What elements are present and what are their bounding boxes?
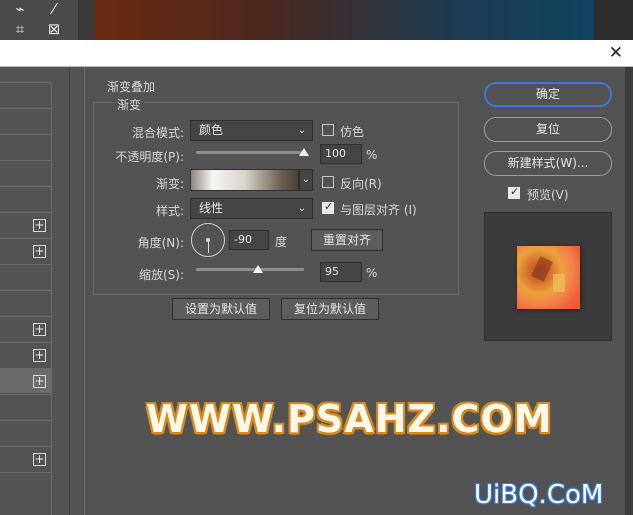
close-icon[interactable]: ✕ xyxy=(609,43,623,63)
scale-unit: % xyxy=(366,266,378,280)
group-title: 渐变叠加 xyxy=(107,80,156,94)
list-item[interactable] xyxy=(0,82,52,107)
align-layer-checkbox[interactable] xyxy=(322,200,334,214)
list-item[interactable] xyxy=(0,420,52,445)
opacity-slider[interactable] xyxy=(196,151,306,154)
style-list: + + + + + + xyxy=(0,82,52,515)
add-icon[interactable]: + xyxy=(33,349,46,362)
scale-label: 缩放(S): xyxy=(138,268,184,282)
new-style-button[interactable]: 新建样式(W)... xyxy=(484,151,612,176)
add-icon[interactable]: + xyxy=(33,219,46,232)
dither-checkbox[interactable] xyxy=(322,124,334,136)
lasso-icon[interactable]: ⌁ xyxy=(10,0,30,18)
add-icon[interactable]: + xyxy=(33,323,46,336)
angle-input[interactable]: -90 xyxy=(229,230,269,250)
angle-unit: 度 xyxy=(275,235,288,249)
divider xyxy=(84,67,85,515)
layer-style-dialog: + + + + + + 渐变叠加 渐变 混合模式: 颜色 ⌄ 仿色 不透明度(P… xyxy=(0,67,633,515)
list-item[interactable] xyxy=(0,394,52,419)
frame-icon[interactable]: ⊠ xyxy=(44,20,64,38)
scale-input[interactable]: 95 xyxy=(320,262,362,282)
style-select[interactable]: 线性 ⌄ xyxy=(190,198,313,219)
ok-button[interactable]: 确定 xyxy=(484,82,612,107)
window-edge xyxy=(625,67,633,515)
toolbox: ⌁ ⁄ ⌗ ⊠ xyxy=(0,0,78,40)
list-item[interactable] xyxy=(0,108,52,133)
chevron-down-icon: ⌄ xyxy=(297,125,307,136)
add-icon[interactable]: + xyxy=(33,245,46,258)
blend-mode-select[interactable]: 颜色 ⌄ xyxy=(190,120,313,141)
add-icon[interactable]: + xyxy=(33,453,46,466)
angle-dial[interactable] xyxy=(191,223,225,257)
angle-label: 角度(N): xyxy=(137,236,184,250)
dial-needle xyxy=(208,240,209,253)
list-item[interactable]: + xyxy=(0,446,52,471)
list-item[interactable] xyxy=(0,160,52,185)
opacity-unit: % xyxy=(366,148,378,162)
reset-button[interactable]: 复位 xyxy=(484,117,612,142)
list-item[interactable]: + xyxy=(0,316,52,341)
magic-wand-icon[interactable]: ⁄ xyxy=(44,0,64,18)
align-layer-label: 与图层对齐 (I) xyxy=(340,203,417,217)
panel-strip xyxy=(594,0,633,40)
preview-thumbnail xyxy=(517,246,580,309)
style-label: 样式: xyxy=(155,204,184,218)
list-item[interactable]: + xyxy=(0,342,52,367)
scale-slider-thumb[interactable] xyxy=(253,265,263,273)
gradient-picker-button[interactable]: ⌄ xyxy=(299,169,313,191)
list-item[interactable]: + xyxy=(0,212,52,237)
list-item-selected[interactable]: + xyxy=(0,368,52,393)
crop-icon[interactable]: ⌗ xyxy=(10,20,30,38)
canvas-image xyxy=(94,0,594,40)
opacity-slider-thumb[interactable] xyxy=(299,148,309,156)
list-item[interactable] xyxy=(0,186,52,211)
watermark-corner: UiBQ.CoM xyxy=(474,480,604,510)
reverse-checkbox[interactable] xyxy=(322,176,334,188)
photoshop-background: ⌁ ⁄ ⌗ ⊠ xyxy=(0,0,633,40)
style-preview xyxy=(484,212,612,341)
reset-default-button[interactable]: 复位为默认值 xyxy=(281,298,379,320)
list-item[interactable] xyxy=(0,472,52,497)
reset-alignment-button[interactable]: 重置对齐 xyxy=(311,229,383,251)
add-icon[interactable]: + xyxy=(33,375,46,388)
style-value: 线性 xyxy=(199,201,224,215)
list-item[interactable] xyxy=(0,134,52,159)
scale-slider[interactable] xyxy=(196,268,304,271)
preview-checkbox[interactable] xyxy=(508,185,520,199)
blend-mode-label: 混合模式: xyxy=(131,126,184,140)
list-item[interactable] xyxy=(0,290,52,315)
list-item[interactable] xyxy=(0,264,52,289)
set-default-button[interactable]: 设置为默认值 xyxy=(172,298,270,320)
sub-title: 渐变 xyxy=(114,96,145,113)
gradient-swatch[interactable] xyxy=(190,169,299,191)
chevron-down-icon: ⌄ xyxy=(297,203,307,214)
divider xyxy=(69,67,70,515)
dither-label: 仿色 xyxy=(340,125,365,139)
blend-mode-value: 颜色 xyxy=(199,123,224,137)
dialog-titlebar: ✕ xyxy=(0,40,633,67)
reverse-label: 反向(R) xyxy=(340,177,382,191)
watermark-main: WWW.PSAHZ.COM xyxy=(146,397,553,441)
opacity-input[interactable]: 100 xyxy=(320,144,362,164)
opacity-label: 不透明度(P): xyxy=(115,150,184,164)
preview-label: 预览(V) xyxy=(527,188,569,202)
list-item[interactable]: + xyxy=(0,238,52,263)
gradient-label: 渐变: xyxy=(155,177,184,191)
